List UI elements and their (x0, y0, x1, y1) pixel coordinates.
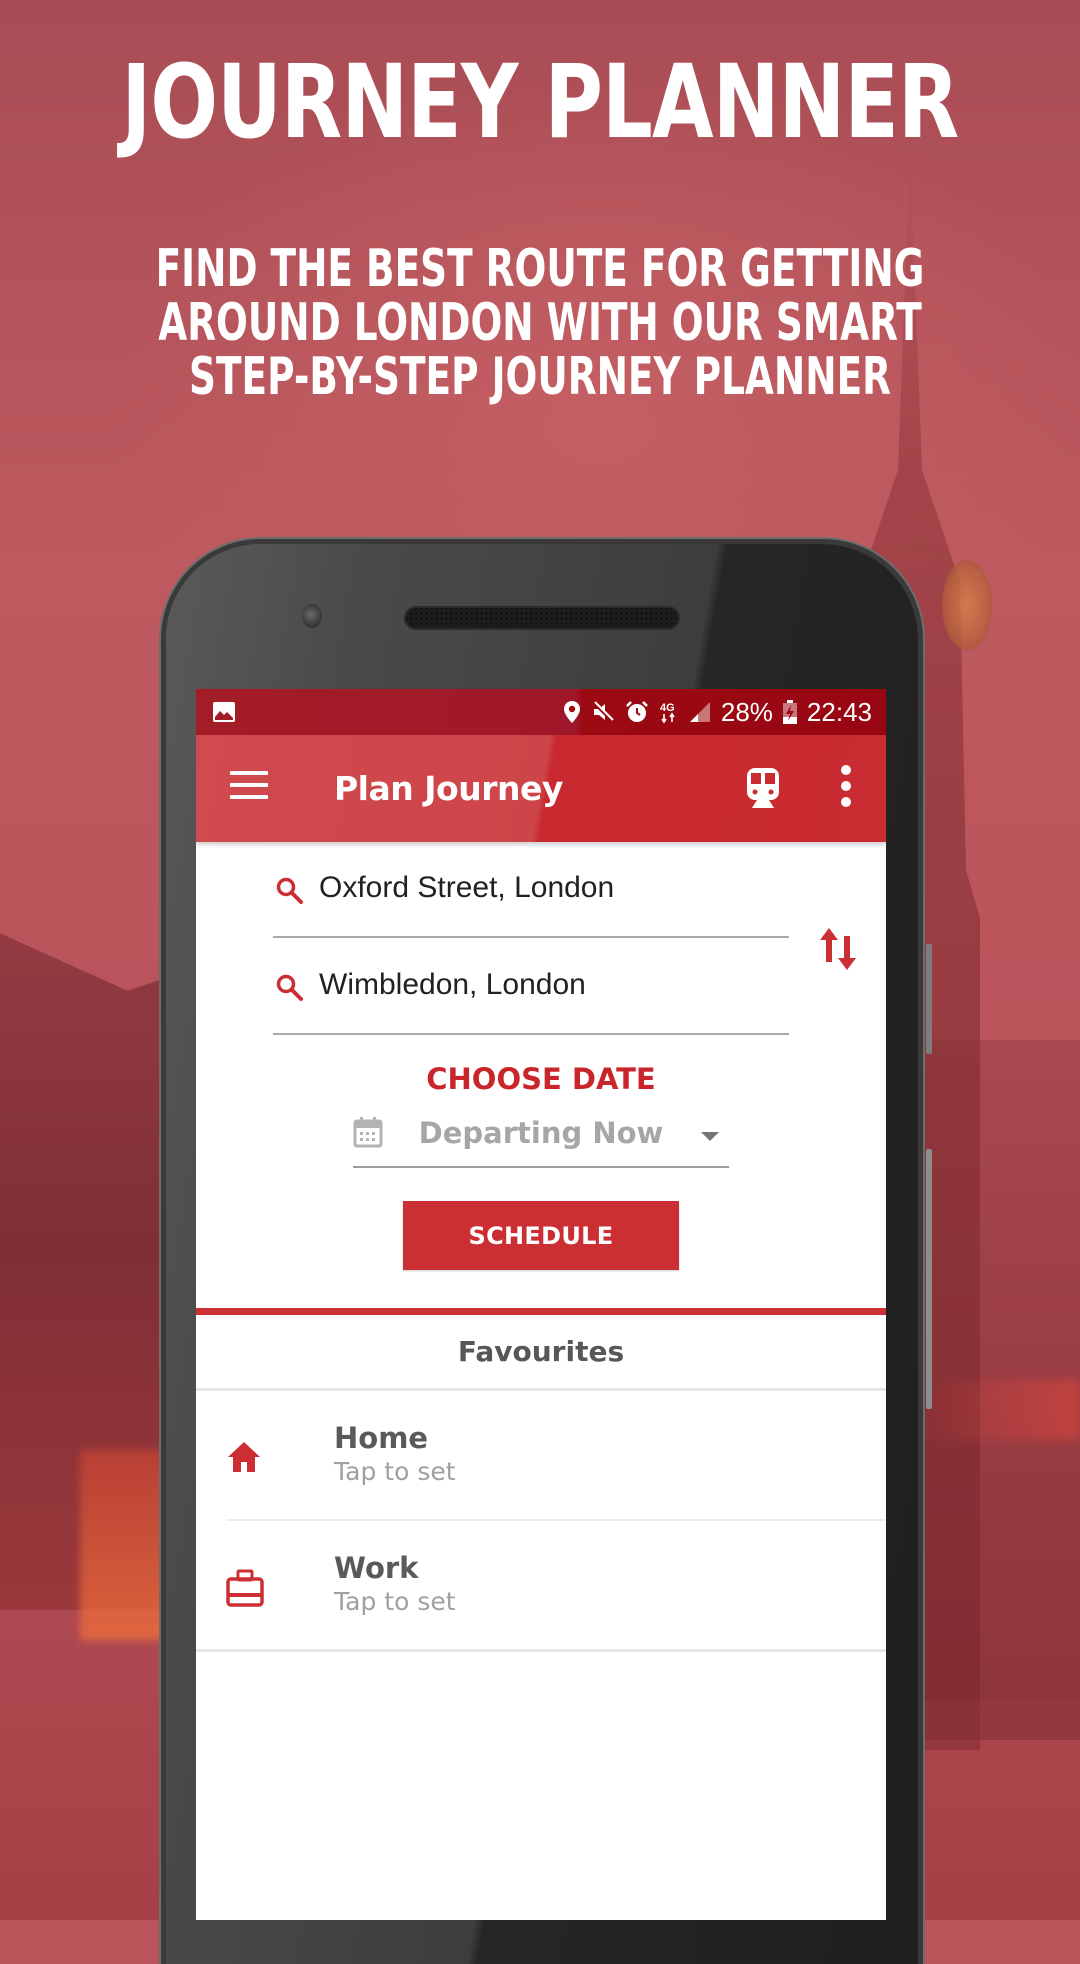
briefcase-icon (226, 1569, 264, 1607)
big-ben-clock-face (942, 560, 992, 650)
mute-icon (591, 700, 615, 724)
phone-screen: 4G 28% 22:43 Plan Journey Oxford Street,… (196, 689, 886, 1920)
choose-date-label: CHOOSE DATE (426, 1062, 656, 1096)
swap-vertical-icon[interactable] (818, 926, 858, 972)
red-bus-blur (80, 1450, 180, 1640)
favourite-subtitle: Tap to set (334, 1587, 456, 1616)
battery-percent: 28% (720, 696, 773, 727)
hero-subtitle-line: STEP-BY-STEP JOURNEY PLANNER (188, 347, 891, 407)
dropdown-caret-icon (701, 1132, 719, 1141)
search-icon (275, 876, 305, 906)
search-icon (275, 973, 305, 1003)
earpiece-speaker (404, 606, 680, 630)
hero-title: JOURNEY PLANNER (121, 43, 959, 162)
to-input[interactable] (319, 963, 769, 1007)
volume-button (926, 944, 932, 1054)
traffic-light-streak (920, 1380, 1080, 1440)
power-button (926, 1149, 932, 1409)
location-icon (563, 700, 581, 724)
departure-time-value: Departing Now (418, 1116, 664, 1150)
favourites-header: Favourites (196, 1315, 886, 1391)
journey-form: CHOOSE DATE Departing Now SCHEDULE (196, 842, 886, 1302)
home-icon (226, 1439, 262, 1475)
svg-text:4G: 4G (660, 702, 675, 714)
app-bar-title: Plan Journey (334, 769, 563, 808)
hamburger-menu-icon[interactable] (230, 771, 268, 803)
train-icon[interactable] (746, 767, 780, 809)
image-notification-icon (212, 701, 236, 723)
status-bar: 4G 28% 22:43 (196, 689, 886, 735)
more-vert-icon[interactable] (836, 765, 856, 811)
hero-subtitle: FIND THE BEST ROUTE FOR GETTING AROUND L… (151, 242, 929, 404)
hero-subtitle-line: FIND THE BEST ROUTE FOR GETTING (155, 239, 925, 299)
from-input[interactable] (319, 866, 769, 910)
favourite-name: Home (334, 1421, 429, 1455)
favourite-item-home[interactable]: Home Tap to set (226, 1391, 886, 1521)
alarm-icon (625, 700, 649, 724)
signal-icon (689, 701, 711, 723)
app-bar: Plan Journey (196, 735, 886, 842)
clock-time: 22:43 (806, 696, 872, 727)
favourites-list: Home Tap to set Work Tap to set (196, 1391, 886, 1652)
section-divider (196, 1308, 886, 1315)
battery-charging-icon (782, 700, 797, 724)
departure-time-select[interactable]: Departing Now (353, 1110, 729, 1168)
front-camera (302, 604, 322, 628)
favourite-item-work[interactable]: Work Tap to set (196, 1521, 886, 1652)
favourite-subtitle: Tap to set (334, 1457, 456, 1486)
from-field[interactable] (273, 842, 789, 938)
favourite-name: Work (334, 1551, 419, 1585)
4g-data-icon: 4G (659, 700, 679, 724)
to-field[interactable] (273, 939, 789, 1035)
hero-subtitle-line: AROUND LONDON WITH OUR SMART (158, 293, 922, 353)
schedule-button[interactable]: SCHEDULE (403, 1201, 679, 1270)
